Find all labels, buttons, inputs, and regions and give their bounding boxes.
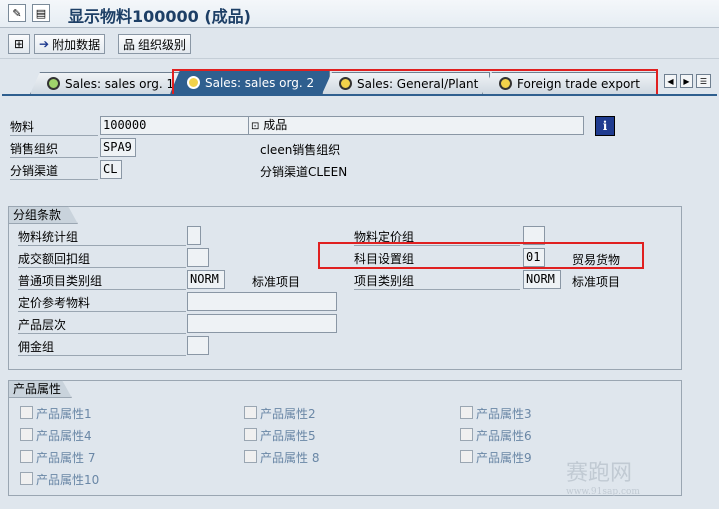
attribute-4-label: 产品属性4 bbox=[36, 429, 92, 443]
prod-hier-label: 产品层次 bbox=[18, 316, 186, 334]
org-levels-button[interactable]: 品 组织级别 bbox=[118, 34, 192, 54]
attribute-4-checkbox[interactable] bbox=[20, 428, 33, 441]
views-icon: ⊞ bbox=[13, 37, 25, 51]
additional-data-button[interactable]: ➔ 附加数据 bbox=[34, 34, 106, 54]
item-cat-field[interactable]: NORM bbox=[523, 270, 561, 289]
dist-channel-description: 分销渠道CLEEN bbox=[260, 165, 348, 179]
attribute-3-checkbox[interactable] bbox=[460, 406, 473, 419]
gen-item-cat-description: 标准项目 bbox=[252, 275, 301, 289]
attribute-9-checkbox[interactable] bbox=[460, 450, 473, 463]
application-toolbar: ⊞ ➔ 附加数据 品 组织级别 bbox=[0, 29, 719, 59]
commission-field[interactable] bbox=[187, 336, 209, 355]
attribute-7-checkbox[interactable] bbox=[20, 450, 33, 463]
material-label: 物料 bbox=[10, 118, 98, 136]
gen-item-cat-field[interactable]: NORM bbox=[187, 270, 225, 289]
watermark-url: www.91sap.com bbox=[566, 487, 640, 497]
product-attributes-title: 产品属性 bbox=[8, 380, 72, 398]
org-levels-label: 组织级别 bbox=[138, 37, 187, 52]
attribute-9-label: 产品属性9 bbox=[476, 451, 532, 465]
attribute-6-label: 产品属性6 bbox=[476, 429, 532, 443]
check-icon bbox=[47, 77, 60, 90]
tab-scroll-right-icon[interactable]: ▶ bbox=[680, 74, 693, 88]
attribute-1-label: 产品属性1 bbox=[36, 407, 92, 421]
display-change-icon[interactable]: ✎ bbox=[8, 4, 26, 22]
material-description-field[interactable]: ⊡ 成品 bbox=[248, 116, 584, 135]
highlight-box-acct-assign bbox=[318, 242, 644, 269]
page-title: 显示物料100000 (成品) bbox=[68, 7, 251, 26]
gen-item-cat-label: 普通项目类别组 bbox=[18, 272, 186, 290]
attribute-7-label: 产品属性 7 bbox=[36, 451, 96, 465]
tab-list-icon[interactable]: ☰ bbox=[696, 74, 711, 88]
prod-hier-field[interactable] bbox=[187, 314, 337, 333]
attribute-5-label: 产品属性5 bbox=[260, 429, 316, 443]
volume-rebate-field[interactable] bbox=[187, 248, 209, 267]
tab-content: 物料 100000 ⊡ 成品 i 销售组织 SPA9 cleen销售组织 分销渠… bbox=[2, 94, 717, 509]
pricing-ref-label: 定价参考物料 bbox=[18, 294, 186, 312]
attribute-10-label: 产品属性10 bbox=[36, 473, 100, 487]
org-hierarchy-icon: 品 bbox=[123, 37, 136, 52]
attribute-10-checkbox[interactable] bbox=[20, 472, 33, 485]
mat-stat-group-label: 物料统计组 bbox=[18, 228, 186, 246]
sales-org-label: 销售组织 bbox=[10, 140, 98, 158]
dist-channel-field[interactable]: CL bbox=[100, 160, 122, 179]
tab-sales-org-1[interactable]: Sales: sales org. 1 bbox=[30, 72, 180, 94]
attribute-5-checkbox[interactable] bbox=[244, 428, 257, 441]
other-material-icon[interactable]: ▤ bbox=[32, 4, 50, 22]
volume-rebate-label: 成交额回扣组 bbox=[18, 250, 186, 268]
attribute-2-label: 产品属性2 bbox=[260, 407, 316, 421]
arrow-right-icon: ➔ bbox=[39, 37, 50, 51]
tab-scroll-left-icon[interactable]: ◀ bbox=[664, 74, 677, 88]
select-views-button[interactable]: ⊞ bbox=[8, 34, 30, 54]
item-cat-description: 标准项目 bbox=[572, 275, 621, 289]
dist-channel-label: 分销渠道 bbox=[10, 162, 98, 180]
info-icon[interactable]: i bbox=[595, 116, 615, 136]
attribute-2-checkbox[interactable] bbox=[244, 406, 257, 419]
attribute-6-checkbox[interactable] bbox=[460, 428, 473, 441]
attribute-3-label: 产品属性3 bbox=[476, 407, 532, 421]
sales-org-description: cleen销售组织 bbox=[260, 143, 341, 157]
pricing-ref-field[interactable] bbox=[187, 292, 337, 311]
grouping-terms-title: 分组条款 bbox=[8, 206, 78, 224]
item-cat-label: 项目类别组 bbox=[354, 272, 520, 290]
attribute-1-checkbox[interactable] bbox=[20, 406, 33, 419]
material-field[interactable]: 100000 bbox=[100, 116, 250, 135]
highlight-box-tabs bbox=[172, 69, 658, 96]
additional-data-label: 附加数据 bbox=[52, 37, 101, 52]
sales-org-field[interactable]: SPA9 bbox=[100, 138, 136, 157]
watermark-logo: 赛跑网 www.91sap.com bbox=[566, 461, 640, 497]
long-text-icon: ⊡ bbox=[251, 121, 260, 132]
mat-stat-group-field[interactable] bbox=[187, 226, 201, 245]
title-bar: ✎ ▤ 显示物料100000 (成品) bbox=[0, 0, 719, 28]
commission-label: 佣金组 bbox=[18, 338, 186, 356]
attribute-8-checkbox[interactable] bbox=[244, 450, 257, 463]
attribute-8-label: 产品属性 8 bbox=[260, 451, 320, 465]
